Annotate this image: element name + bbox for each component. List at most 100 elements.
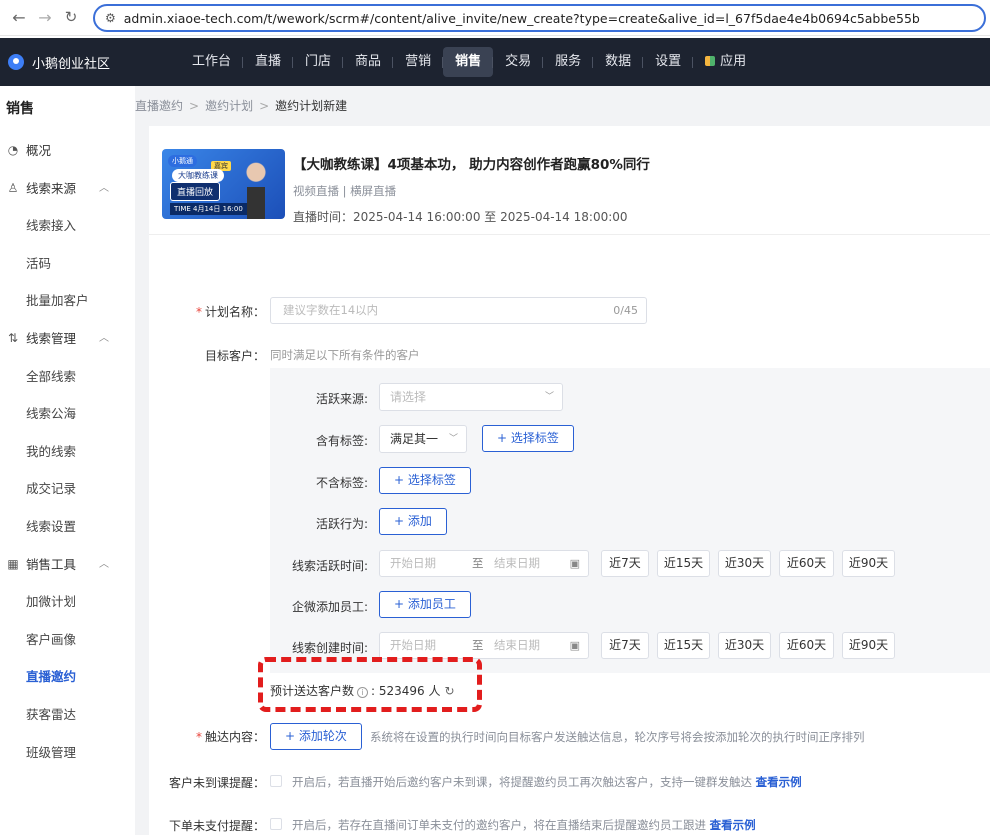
create-time-90d[interactable]: 近90天 <box>842 632 895 659</box>
active-time-60d[interactable]: 近60天 <box>779 550 834 577</box>
sidebar-group-lead-source[interactable]: ♙ 线索来源 ︿ <box>0 170 135 208</box>
reach-label: * 触达内容： <box>185 728 265 745</box>
add-round-button[interactable]: + 添加轮次 <box>270 723 362 750</box>
sidebar-item-customer-profile[interactable]: 客户画像 <box>0 621 135 659</box>
address-bar[interactable]: ⚙ admin.xiaoe-tech.com/t/wework/scrm#/co… <box>93 4 986 32</box>
menu-item-sales[interactable]: 销售 <box>442 47 494 77</box>
sidebar-group-sales-tools[interactable]: ▦ 销售工具 ︿ <box>0 546 135 584</box>
top-menu: 工作台 直播 门店 商品 营销 销售 交易 服务 数据 设置 应用 <box>180 47 758 77</box>
sidebar-item-deals[interactable]: 成交记录 <box>0 470 135 508</box>
create-time-60d[interactable]: 近60天 <box>779 632 834 659</box>
sidebar-item-radar[interactable]: 获客雷达 <box>0 696 135 734</box>
create-time-range[interactable]: 开始日期 至 结束日期 ▣ <box>379 632 589 659</box>
chevron-up-icon: ︿ <box>99 558 109 570</box>
end-date: 结束日期 <box>494 556 540 570</box>
unpaid-reminder-text: 开启后，若存在直播间订单未支付的邀约客户，将在直播结束后提醒邀约员工跟进 <box>292 818 706 832</box>
menu-item-apps[interactable]: 应用 <box>692 47 758 77</box>
select-include-tags-button[interactable]: + 选择标签 <box>482 425 574 452</box>
brand[interactable]: 小鹅创业社区 <box>0 53 180 72</box>
calendar-icon: ▣ <box>569 639 580 652</box>
menu-item-store[interactable]: 门店 <box>292 47 343 77</box>
sidebar-item-live-invite[interactable]: 直播邀约 <box>0 658 135 696</box>
active-time-range[interactable]: 开始日期 至 结束日期 ▣ <box>379 550 589 577</box>
top-navigation: 小鹅创业社区 工作台 直播 门店 商品 营销 销售 交易 服务 数据 设置 应用 <box>0 38 990 86</box>
sidebar-group-lead-management[interactable]: ⇅ 线索管理 ︿ <box>0 320 135 358</box>
sidebar-item-lead-access[interactable]: 线索接入 <box>0 207 135 245</box>
absent-reminder-checkbox[interactable] <box>270 775 282 787</box>
form-card: 小鹅通 嘉宾 大咖教练课 直播回放 TIME 4月14日 16:00 【大咖教练… <box>149 126 990 835</box>
end-date: 结束日期 <box>494 638 540 652</box>
active-time-90d[interactable]: 近90天 <box>842 550 895 577</box>
plan-name-count: 0/45 <box>613 304 638 317</box>
brand-name: 小鹅创业社区 <box>32 56 111 72</box>
breadcrumb-invite-plan[interactable]: 邀约计划 <box>205 99 253 113</box>
menu-item-settings[interactable]: 设置 <box>642 47 693 77</box>
menu-item-trade[interactable]: 交易 <box>492 47 543 77</box>
exclude-tags-label: 不含标签: <box>315 476 368 490</box>
include-tags-label: 含有标签: <box>315 434 368 448</box>
create-time-15d[interactable]: 近15天 <box>657 632 710 659</box>
breadcrumb-live-invite[interactable]: 直播邀约 <box>135 99 183 113</box>
chevron-down-icon: ﹀ <box>544 392 554 402</box>
forward-icon[interactable]: → <box>32 8 58 27</box>
range-separator: 至 <box>472 638 484 652</box>
breadcrumb-separator: > <box>189 99 200 113</box>
sidebar-item-all-leads[interactable]: 全部线索 <box>0 358 135 396</box>
chevron-down-icon: ﹀ <box>448 434 458 444</box>
live-summary: 小鹅通 嘉宾 大咖教练课 直播回放 TIME 4月14日 16:00 【大咖教练… <box>162 149 650 225</box>
back-icon[interactable]: ← <box>6 8 32 27</box>
main-content: 直播邀约 > 邀约计划 > 邀约计划新建 小鹅通 嘉宾 大咖教练课 直播回放 TIME … <box>135 86 990 835</box>
sidebar-item-wechat-plan[interactable]: 加微计划 <box>0 583 135 621</box>
url-text: admin.xiaoe-tech.com/t/wework/scrm#/cont… <box>123 10 920 26</box>
required-mark: * <box>195 305 202 319</box>
reach-description: 系统将在设置的执行时间向目标客户发送触达信息，轮次序号将会按添加轮次的执行时间正… <box>370 730 865 744</box>
sidebar-item-overview[interactable]: ◔ 概况 <box>0 132 135 170</box>
target-hint: 同时满足以下所有条件的客户 <box>270 348 420 362</box>
active-source-label: 活跃来源: <box>315 392 368 406</box>
apps-icon <box>705 56 716 66</box>
menu-item-live[interactable]: 直播 <box>242 47 293 77</box>
site-info-icon[interactable]: ⚙ <box>105 11 116 25</box>
clock-icon: ◔ <box>7 143 19 157</box>
create-time-30d[interactable]: 近30天 <box>718 632 771 659</box>
reload-icon[interactable]: ↻ <box>58 8 84 26</box>
absent-example-link[interactable]: 查看示例 <box>756 775 802 789</box>
target-label: 目标客户： <box>204 349 265 363</box>
sidebar-item-class-management[interactable]: 班级管理 <box>0 734 135 772</box>
unpaid-reminder-checkbox[interactable] <box>270 818 282 830</box>
active-time-30d[interactable]: 近30天 <box>718 550 771 577</box>
reach-label-text: 触达内容： <box>204 730 265 744</box>
select-exclude-tags-button[interactable]: + 选择标签 <box>379 467 471 494</box>
sidebar-group-label: 线索管理 <box>26 330 77 346</box>
menu-item-data[interactable]: 数据 <box>592 47 643 77</box>
live-time: 直播时间：2025-04-14 16:00:00 至 2025-04-14 18… <box>293 210 628 224</box>
include-tags-mode: 满足其一 <box>390 432 439 446</box>
sidebar-group-label: 线索来源 <box>26 180 77 196</box>
create-time-7d[interactable]: 近7天 <box>601 632 649 659</box>
unpaid-reminder-desc: 开启后，若存在直播间订单未支付的邀约客户，将在直播结束后提醒邀约员工跟进 查看示… <box>292 817 756 833</box>
unpaid-reminder-label: 下单未支付提醒： <box>168 819 265 833</box>
sidebar: 销售 ◔ 概况 ♙ 线索来源 ︿ 线索接入 活码 批量加客户 ⇅ 线索管理 ︿ … <box>0 86 135 835</box>
add-behavior-button[interactable]: + 添加 <box>379 508 447 535</box>
absent-reminder-label: 客户未到课提醒： <box>168 776 265 790</box>
add-staff-button[interactable]: + 添加员工 <box>379 591 471 618</box>
menu-item-workbench[interactable]: 工作台 <box>180 47 243 77</box>
start-date: 开始日期 <box>390 556 436 570</box>
cover-time: TIME 4月14日 16:00 <box>170 203 247 215</box>
menu-item-service[interactable]: 服务 <box>542 47 593 77</box>
staff-label: 企微添加员工: <box>291 600 368 614</box>
sidebar-item-label: 概况 <box>26 143 52 158</box>
menu-item-marketing[interactable]: 营销 <box>392 47 443 77</box>
sidebar-item-lead-settings[interactable]: 线索设置 <box>0 508 135 546</box>
sidebar-item-live-code[interactable]: 活码 <box>0 245 135 283</box>
menu-item-products[interactable]: 商品 <box>342 47 393 77</box>
plan-name-input[interactable]: 建议字数在14以内 0/45 <box>270 297 647 324</box>
include-tags-mode-select[interactable]: 满足其一 ﹀ <box>379 425 467 453</box>
active-time-15d[interactable]: 近15天 <box>657 550 710 577</box>
sidebar-item-batch-add[interactable]: 批量加客户 <box>0 282 135 320</box>
unpaid-example-link[interactable]: 查看示例 <box>710 818 756 832</box>
active-source-select[interactable]: 请选择 ﹀ <box>379 383 563 411</box>
sidebar-item-my-leads[interactable]: 我的线索 <box>0 433 135 471</box>
active-time-7d[interactable]: 近7天 <box>601 550 649 577</box>
sidebar-item-lead-pool[interactable]: 线索公海 <box>0 395 135 433</box>
